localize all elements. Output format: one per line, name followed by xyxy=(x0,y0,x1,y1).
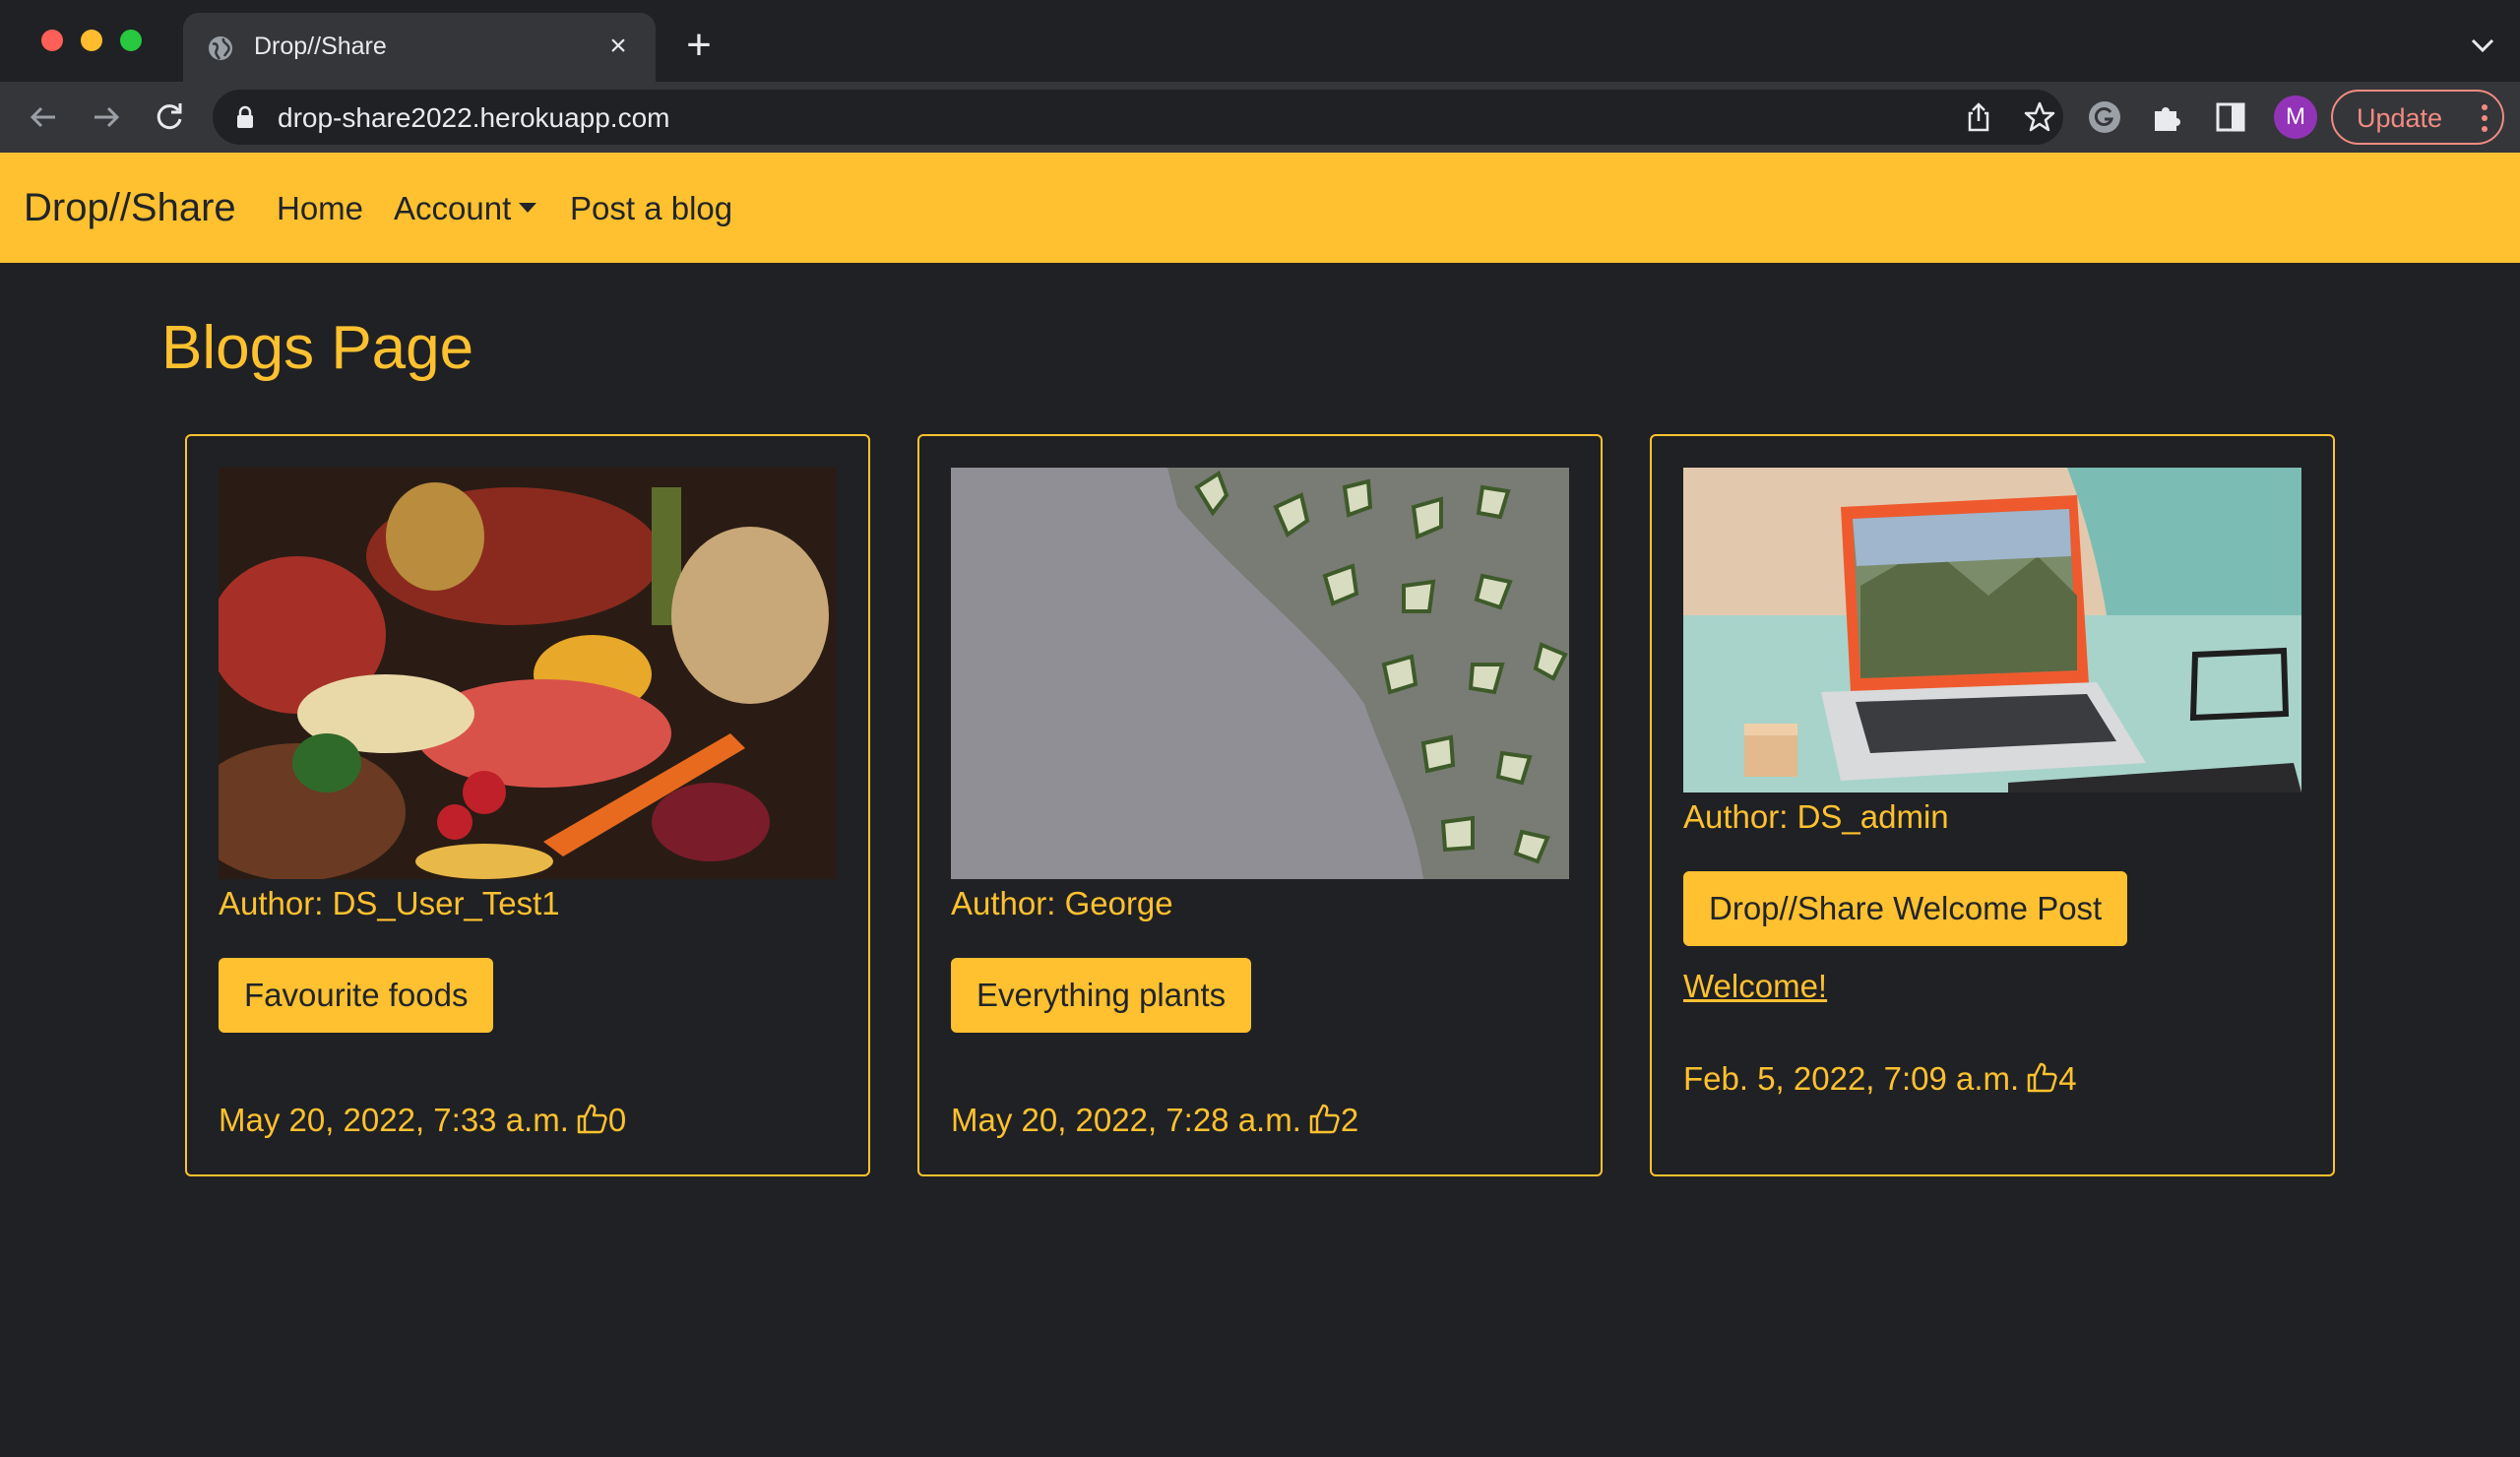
blog-meta: Feb. 5, 2022, 7:09 a.m. 4 xyxy=(1683,1060,2077,1098)
blog-excerpt-link[interactable]: Welcome! xyxy=(1683,968,1827,1005)
blog-author: Author: DS_User_Test1 xyxy=(219,885,560,921)
side-panel-icon[interactable] xyxy=(2209,95,2252,139)
globe-icon xyxy=(209,36,232,60)
thumbs-up-icon[interactable] xyxy=(1307,1102,1341,1135)
bookmark-star-icon[interactable] xyxy=(2022,99,2057,135)
blog-card: Author: DS_admin Drop//Share Welcome Pos… xyxy=(1650,434,2335,1176)
update-label: Update xyxy=(2357,103,2443,133)
blog-date: May 20, 2022, 7:33 a.m. xyxy=(219,1102,569,1138)
browser-tab[interactable]: Drop//Share × xyxy=(183,13,656,82)
blog-author: Author: George xyxy=(951,885,1173,921)
caret-down-icon xyxy=(519,203,537,213)
new-tab-button[interactable]: + xyxy=(675,24,723,71)
tab-title: Drop//Share xyxy=(254,32,387,60)
brand-logo[interactable]: Drop//Share xyxy=(24,186,236,230)
nav-home-link[interactable]: Home xyxy=(277,190,363,227)
blog-meta: May 20, 2022, 7:33 a.m. 0 xyxy=(219,1102,626,1139)
forward-arrow-icon[interactable] xyxy=(85,95,128,139)
blog-meta: May 20, 2022, 7:28 a.m. 2 xyxy=(951,1102,1358,1139)
ivy-wall-image xyxy=(951,468,1569,879)
food-image xyxy=(219,468,837,879)
extensions-puzzle-icon[interactable] xyxy=(2146,95,2189,139)
minimize-window-button[interactable] xyxy=(81,30,102,51)
laptop-image xyxy=(1683,468,2301,792)
blog-author: Author: DS_admin xyxy=(1683,798,1949,835)
thumbs-up-icon[interactable] xyxy=(2025,1060,2058,1094)
update-button[interactable]: Update xyxy=(2331,90,2504,145)
blog-card: Author: DS_User_Test1 Favourite foods Ma… xyxy=(185,434,870,1176)
profile-avatar[interactable]: M xyxy=(2274,95,2317,139)
grammarly-extension-icon[interactable] xyxy=(2083,95,2126,139)
close-window-button[interactable] xyxy=(41,30,63,51)
nav-post-blog-link[interactable]: Post a blog xyxy=(570,190,732,227)
blog-title-button[interactable]: Everything plants xyxy=(951,958,1252,1033)
thumbs-up-icon[interactable] xyxy=(575,1102,608,1135)
url-text[interactable]: drop-share2022.herokuapp.com xyxy=(278,102,669,134)
blog-title-button[interactable]: Favourite foods xyxy=(219,958,494,1033)
nav-account-label: Account xyxy=(394,190,512,226)
browser-tab-strip: Drop//Share × + xyxy=(0,0,2520,82)
like-count: 0 xyxy=(607,1102,627,1138)
tab-close-icon[interactable]: × xyxy=(598,27,638,66)
site-navbar: Drop//Share Home Account Post a blog xyxy=(0,153,2520,263)
chevron-down-icon[interactable] xyxy=(2463,26,2502,65)
browser-toolbar: drop-share2022.herokuapp.com M Update xyxy=(0,82,2520,153)
lock-icon[interactable] xyxy=(234,105,256,129)
maximize-window-button[interactable] xyxy=(120,30,142,51)
blog-title-button[interactable]: Drop//Share Welcome Post xyxy=(1683,871,2128,946)
like-count: 2 xyxy=(1340,1102,1359,1138)
reload-icon[interactable] xyxy=(148,95,191,139)
address-bar[interactable]: drop-share2022.herokuapp.com xyxy=(213,90,2063,145)
back-arrow-icon[interactable] xyxy=(22,95,65,139)
blog-date: Feb. 5, 2022, 7:09 a.m. xyxy=(1683,1060,2020,1097)
like-count: 4 xyxy=(2058,1060,2077,1097)
nav-account-dropdown[interactable]: Account xyxy=(394,190,537,227)
page-title: Blogs Page xyxy=(161,314,474,382)
share-icon[interactable] xyxy=(1961,99,1996,135)
blog-date: May 20, 2022, 7:28 a.m. xyxy=(951,1102,1301,1138)
blog-card: Author: George Everything plants May 20,… xyxy=(917,434,1603,1176)
more-vertical-icon xyxy=(2482,104,2488,132)
